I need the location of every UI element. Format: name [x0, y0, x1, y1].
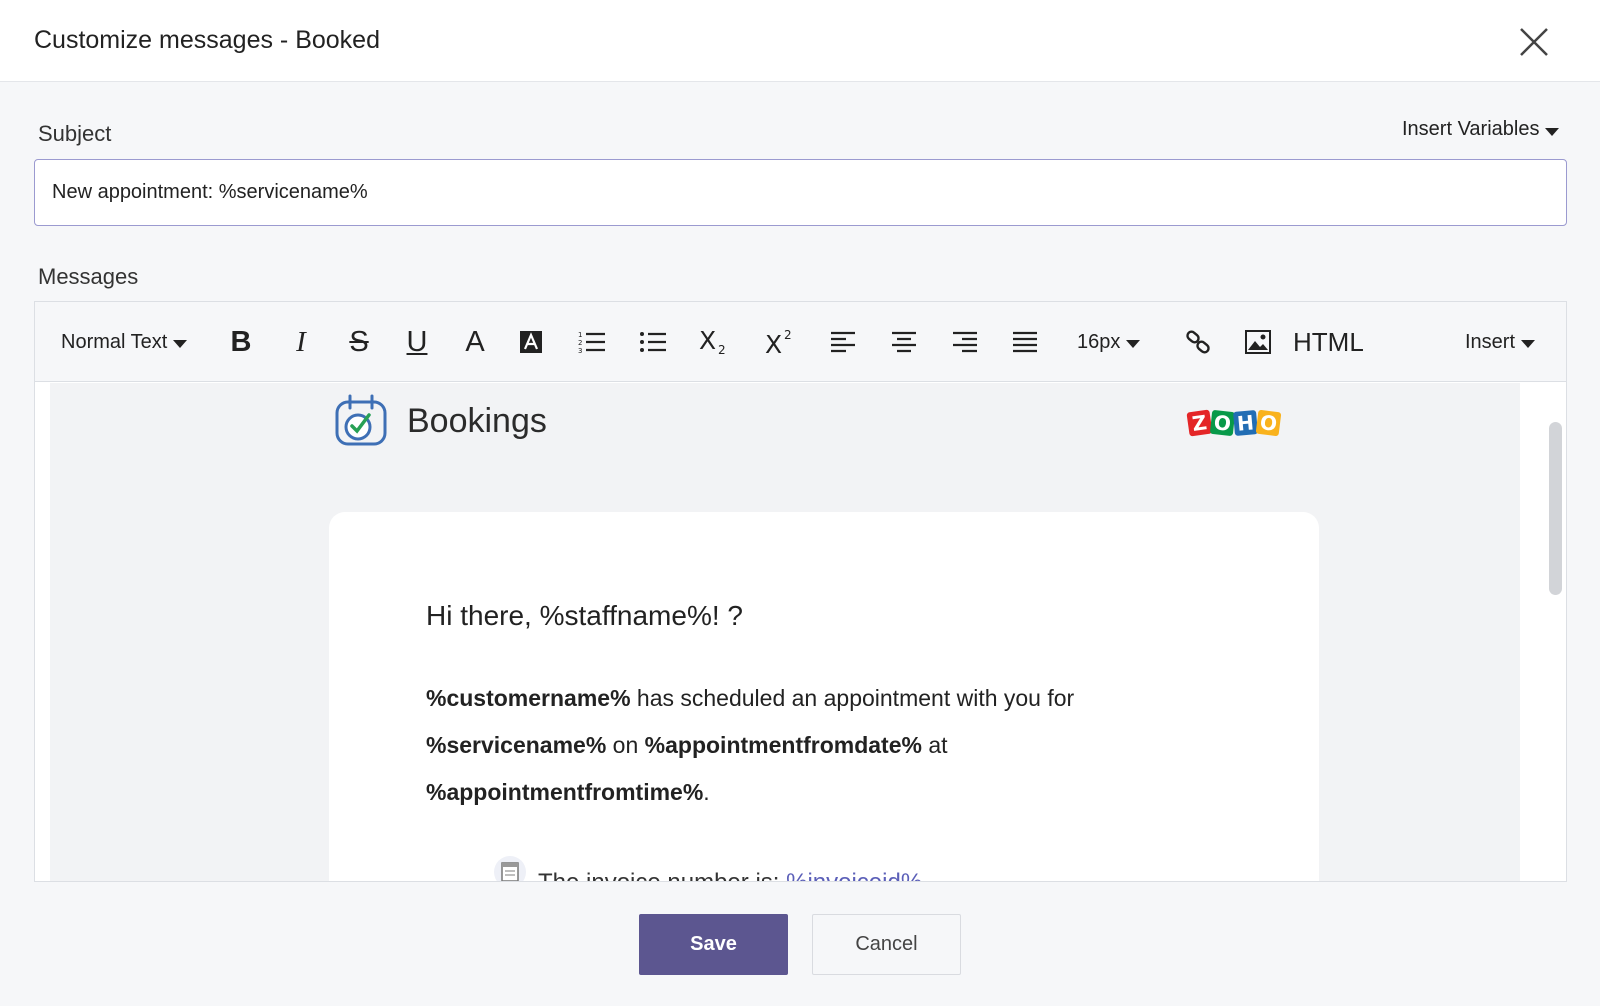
svg-text:2: 2 [784, 328, 792, 342]
message-text: . [703, 779, 710, 805]
close-icon[interactable] [1518, 26, 1550, 58]
svg-text:2: 2 [718, 343, 726, 357]
svg-text:2: 2 [578, 339, 582, 347]
strikethrough-icon[interactable]: S [342, 324, 376, 360]
ordered-list-icon[interactable]: 123 [578, 324, 606, 360]
invoice-text: The invoice number is: %invoiceid% [538, 869, 922, 881]
caret-down-icon [1521, 340, 1536, 348]
greeting-text: Hi there, %staffname%! ? [426, 600, 743, 631]
svg-text:1: 1 [578, 331, 582, 339]
unordered-list-icon[interactable] [639, 324, 667, 360]
text-format-dropdown[interactable]: Normal Text [61, 324, 188, 360]
invoice-label: The invoice number is: [538, 869, 786, 881]
italic-icon[interactable]: I [284, 324, 318, 360]
font-size-dropdown[interactable]: 16px [1077, 324, 1141, 360]
align-right-icon[interactable] [952, 324, 978, 360]
align-center-icon[interactable] [891, 324, 917, 360]
font-color-icon[interactable]: A [458, 324, 492, 360]
bookings-brand: Bookings [333, 393, 547, 449]
message-text: at [921, 732, 948, 758]
zoho-letter: Z [1186, 409, 1213, 437]
text-format-label: Normal Text [61, 330, 168, 353]
superscript-icon[interactable]: X2 [765, 324, 797, 360]
dialog-title: Customize messages - Booked [34, 26, 380, 54]
message-card: Hi there, %staffname%! ? %customername% … [329, 512, 1319, 881]
insert-variables-dropdown[interactable]: Insert Variables [1402, 118, 1560, 141]
link-icon[interactable] [1185, 324, 1211, 360]
align-left-icon[interactable] [830, 324, 856, 360]
background-color-icon[interactable] [519, 324, 543, 360]
editor-scrollbar-thumb[interactable] [1549, 422, 1562, 595]
insert-variables-label: Insert Variables [1402, 118, 1540, 140]
editor-toolbar: Normal Text B I S U A 123 X2 X2 16px HTM… [35, 302, 1566, 382]
zoho-letter: O [1255, 409, 1282, 437]
customername-variable: %customername% [426, 685, 631, 711]
insert-dropdown[interactable]: Insert [1465, 324, 1536, 360]
svg-text:X: X [765, 330, 782, 357]
bookings-logo-icon [335, 394, 387, 446]
caret-down-icon [173, 340, 188, 348]
save-button[interactable]: Save [639, 914, 788, 975]
zoho-letter: O [1209, 409, 1236, 437]
image-icon[interactable] [1245, 324, 1271, 360]
svg-text:X: X [699, 327, 716, 355]
message-text: has scheduled an appointment with you fo… [630, 685, 1075, 711]
appointmentfromdate-variable: %appointmentfromdate% [644, 732, 922, 758]
justify-icon[interactable] [1012, 324, 1038, 360]
dialog-header: Customize messages - Booked [0, 0, 1600, 82]
invoice-icon [494, 856, 526, 881]
underline-icon[interactable]: U [400, 324, 434, 360]
message-body: %customername% has scheduled an appointm… [426, 675, 1186, 816]
zoho-letter: H [1232, 410, 1259, 436]
svg-text:3: 3 [578, 347, 582, 355]
message-text: on [606, 732, 645, 758]
invoice-line: The invoice number is: %invoiceid% [494, 855, 922, 881]
appointmentfromtime-variable: %appointmentfromtime% [426, 779, 704, 805]
subscript-icon[interactable]: X2 [699, 324, 731, 360]
bookings-brand-name: Bookings [407, 401, 547, 440]
message-editor: Normal Text B I S U A 123 X2 X2 16px HTM… [34, 301, 1567, 882]
cancel-button[interactable]: Cancel [812, 914, 961, 975]
subject-label: Subject [38, 121, 112, 146]
editor-content[interactable]: Bookings Z O H O Hi there, %staffname%! … [50, 383, 1520, 881]
servicename-variable: %servicename% [426, 732, 607, 758]
zoho-logo: Z O H O [1186, 409, 1282, 437]
caret-down-icon [1545, 127, 1560, 136]
subject-input[interactable] [34, 159, 1567, 226]
html-mode-button[interactable]: HTML [1293, 324, 1364, 360]
font-size-label: 16px [1077, 330, 1121, 353]
caret-down-icon [1126, 340, 1141, 348]
bold-icon[interactable]: B [224, 324, 258, 360]
insert-label: Insert [1465, 330, 1516, 353]
invoiceid-variable: %invoiceid% [786, 869, 922, 881]
messages-label: Messages [38, 264, 139, 289]
